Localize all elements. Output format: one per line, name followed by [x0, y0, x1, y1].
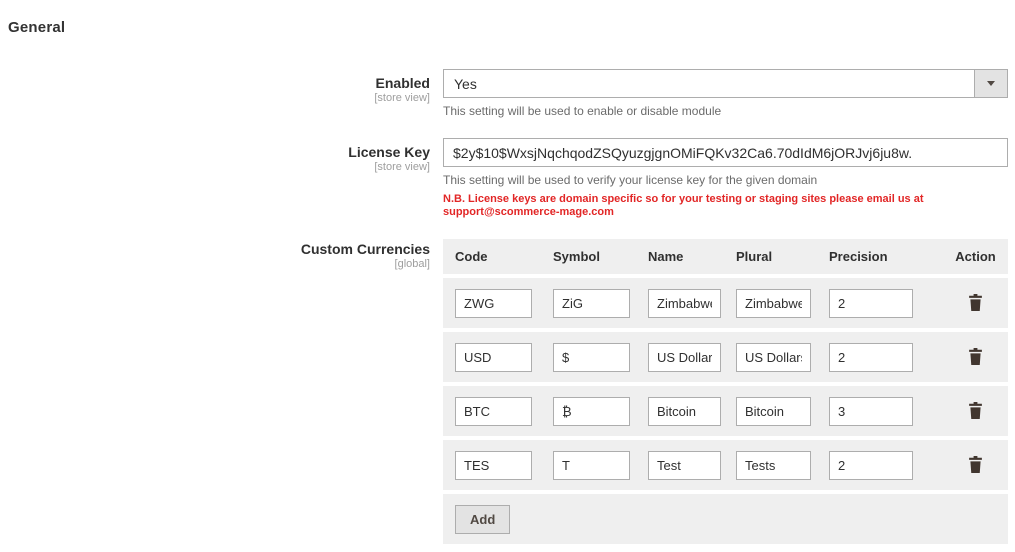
currency-name-input[interactable] [648, 397, 721, 426]
custom-currencies-label-group: Custom Currencies [global] [8, 235, 443, 270]
license-key-control: This setting will be used to verify your… [443, 138, 1008, 219]
currency-symbol-input[interactable] [553, 451, 630, 480]
currency-plural-input[interactable] [736, 289, 811, 318]
license-key-scope-label: [store view] [8, 161, 430, 173]
table-header-row: Code Symbol Name Plural Precision Action [443, 239, 1008, 274]
field-row-enabled: Enabled [store view] Yes This setting wi… [8, 69, 1008, 118]
currency-precision-input[interactable] [829, 289, 913, 318]
field-row-license-key: License Key [store view] This setting wi… [8, 138, 1008, 219]
currency-name-input[interactable] [648, 343, 721, 372]
license-key-label-group: License Key [store view] [8, 138, 443, 173]
currency-code-input[interactable] [455, 289, 532, 318]
currency-row [443, 332, 1008, 382]
general-settings-page: General Enabled [store view] Yes This se… [0, 0, 1015, 552]
currency-precision-input[interactable] [829, 397, 913, 426]
page-title: General [8, 19, 1008, 36]
general-settings-form: Enabled [store view] Yes This setting wi… [8, 69, 1008, 552]
custom-currencies-control: Code Symbol Name Plural Precision Action [443, 235, 1008, 552]
currency-code-input[interactable] [455, 397, 532, 426]
enabled-label-group: Enabled [store view] [8, 69, 443, 104]
custom-currencies-label: Custom Currencies [8, 241, 430, 257]
col-header-precision: Precision [817, 239, 943, 274]
currency-row [443, 278, 1008, 328]
currency-name-input[interactable] [648, 451, 721, 480]
table-footer-row: Add [443, 494, 1008, 544]
enabled-note: This setting will be used to enable or d… [443, 104, 1008, 118]
trash-icon [968, 402, 983, 419]
currency-code-input[interactable] [455, 451, 532, 480]
currency-code-input[interactable] [455, 343, 532, 372]
trash-icon [968, 456, 983, 473]
currency-plural-input[interactable] [736, 451, 811, 480]
license-key-warning: N.B. License keys are domain specific so… [443, 193, 1008, 219]
license-key-label: License Key [8, 144, 430, 160]
enabled-label: Enabled [8, 75, 430, 91]
col-header-code: Code [443, 239, 541, 274]
currency-symbol-input[interactable] [553, 343, 630, 372]
trash-icon [968, 348, 983, 365]
currency-row [443, 440, 1008, 490]
col-header-name: Name [636, 239, 724, 274]
chevron-down-icon [987, 81, 995, 86]
currency-row [443, 386, 1008, 436]
field-row-custom-currencies: Custom Currencies [global] Code Symbol N… [8, 235, 1008, 552]
currency-symbol-input[interactable] [553, 397, 630, 426]
delete-row-button[interactable] [963, 399, 988, 422]
currency-name-input[interactable] [648, 289, 721, 318]
custom-currencies-scope-label: [global] [8, 258, 430, 270]
add-currency-button[interactable]: Add [455, 505, 510, 534]
currency-plural-input[interactable] [736, 343, 811, 372]
delete-row-button[interactable] [963, 345, 988, 368]
license-key-input[interactable] [443, 138, 1008, 167]
enabled-select[interactable]: Yes [443, 69, 1008, 98]
currency-symbol-input[interactable] [553, 289, 630, 318]
enabled-control: Yes This setting will be used to enable … [443, 69, 1008, 118]
col-header-symbol: Symbol [541, 239, 636, 274]
enabled-scope-label: [store view] [8, 92, 430, 104]
enabled-select-value: Yes [444, 76, 974, 92]
trash-icon [968, 294, 983, 311]
delete-row-button[interactable] [963, 453, 988, 476]
custom-currencies-table: Code Symbol Name Plural Precision Action [443, 235, 1008, 548]
col-header-plural: Plural [724, 239, 817, 274]
license-key-note: This setting will be used to verify your… [443, 173, 1008, 187]
delete-row-button[interactable] [963, 291, 988, 314]
currency-precision-input[interactable] [829, 451, 913, 480]
currency-precision-input[interactable] [829, 343, 913, 372]
currency-plural-input[interactable] [736, 397, 811, 426]
enabled-select-arrow-button[interactable] [974, 70, 1007, 97]
col-header-action: Action [943, 239, 1008, 274]
